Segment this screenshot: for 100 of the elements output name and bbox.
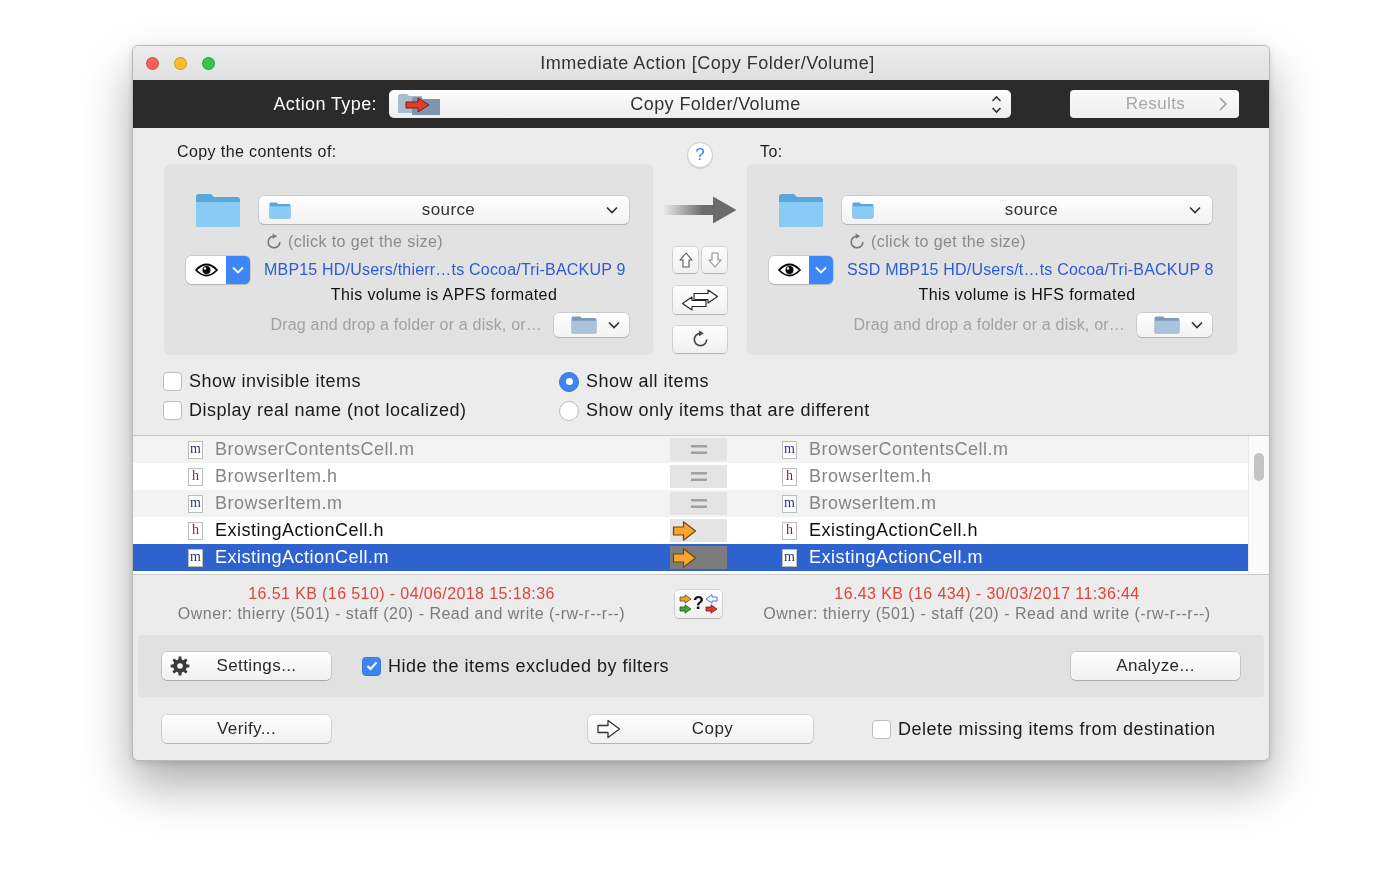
size-hint: (click to get the size) [871,232,1027,251]
scrollbar-thumb[interactable] [1254,453,1264,481]
equal-icon [690,445,707,454]
drop-hint: Drag and drop a folder or a disk, or… [853,316,1125,334]
verify-button[interactable]: Verify... [162,715,331,743]
file-icon: m [782,548,797,567]
eye-menu-button[interactable] [769,256,833,284]
section-heading: To: [759,143,784,161]
chevron-down-icon [608,321,620,329]
chevron-down-icon [1191,321,1203,329]
folder-icon [778,192,824,228]
up-arrow-icon [678,252,693,268]
checkbox[interactable] [362,656,381,676]
equal-icon [690,499,707,508]
swap-button[interactable] [673,286,727,314]
copy-button[interactable]: Copy [588,715,813,743]
size-date-text: 16.51 KB (16 510) - 04/06/2018 15:18:36 [248,584,555,603]
radio-label: Show all items [586,371,710,392]
radio-button[interactable] [559,371,579,392]
file-icon: m [188,548,203,567]
file-name: BrowserContentsCell.m [809,439,1009,460]
file-icon: m [782,440,797,459]
folder-icon [1154,316,1180,334]
size-hint: (click to get the size) [288,232,444,251]
folder-menu-button[interactable] [554,313,629,337]
arrow-right-icon [672,546,697,569]
list-row[interactable]: m BrowserContentsCell.m m BrowserContentsCell.m [133,436,1248,463]
refresh-icon [848,232,866,251]
checkmark-icon [365,661,378,671]
folder-menu-button[interactable] [1137,313,1212,337]
settings-button[interactable]: Settings... [162,652,331,680]
file-name: ExistingActionCell.h [809,520,979,541]
equal-icon [690,472,707,481]
chevron-right-icon [1219,97,1227,111]
folder-icon [852,201,874,219]
close-button[interactable] [146,56,159,70]
file-icon: m [188,494,203,513]
folder-arrow-icon [398,93,440,115]
file-icon: h [188,521,203,540]
file-name: ExistingActionCell.h [215,520,385,541]
compare-button[interactable]: ? [675,589,722,618]
chevron-down-icon [1189,206,1201,214]
file-icon: h [782,521,797,540]
owner-text: Owner: thierry (501) - staff (20) - Read and write (-rw-r--r--) [177,604,626,623]
file-icon: h [188,467,203,486]
zoom-button[interactable] [202,56,215,70]
folder-icon [571,316,597,334]
checkbox-label: Delete missing items from destination [898,718,1216,740]
file-name: BrowserItem.m [215,493,343,514]
eye-icon [777,263,801,277]
file-name: ExistingActionCell.m [809,547,984,568]
up-button[interactable] [673,247,698,273]
chevron-down-icon [226,256,250,284]
file-name: ExistingActionCell.m [215,547,390,568]
arrow-right-icon [663,196,737,224]
chevron-down-icon [809,256,833,284]
drop-hint: Drag and drop a folder or a disk, or… [270,316,542,334]
eye-menu-button[interactable] [186,256,250,284]
folder-popup[interactable]: source [259,196,629,224]
arrow-right-icon [597,719,621,739]
folder-popup[interactable]: source [842,196,1212,224]
file-name: BrowserItem.h [809,466,932,487]
swap-arrows-icon [680,289,720,311]
down-arrow-icon [707,252,722,268]
folder-icon [195,192,241,228]
checkbox[interactable] [163,372,182,391]
action-type-label: Action Type: [272,93,377,115]
path-link[interactable]: MBP15 HD/Users/thierr…ts Cocoa/Tri-BACKUP 9 [264,261,626,279]
path-link[interactable]: SSD MBP15 HD/Users/t…ts Cocoa/Tri-BACKUP 8 [847,261,1214,279]
help-button[interactable]: ? [687,142,713,168]
file-icon: m [782,494,797,513]
analyze-button[interactable]: Analyze... [1071,652,1240,680]
file-icon: m [188,440,203,459]
file-name: BrowserItem.h [215,466,338,487]
radio-label: Show only items that are different [586,400,870,421]
checkbox[interactable] [872,719,891,739]
list-row[interactable]: m ExistingActionCell.m m ExistingActionCell.m [133,544,1248,571]
arrow-right-icon [672,519,697,542]
chevron-down-icon [606,206,618,214]
checkbox[interactable] [163,401,182,420]
eye-icon [194,263,218,277]
section-heading: Copy the contents of: [176,143,338,161]
list-row[interactable]: m BrowserItem.m m BrowserItem.m [133,490,1248,517]
window-title: Immediate Action [Copy Folder/Volume] [540,52,875,74]
checkbox-label: Show invisible items [189,371,362,392]
file-name: BrowserItem.m [809,493,937,514]
owner-text: Owner: thierry (501) - staff (20) - Read and write (-rw-r--r--) [763,604,1211,623]
down-button[interactable] [702,247,727,273]
settings-icon [170,656,190,676]
checkbox-label: Display real name (not localized) [189,400,467,421]
scrollbar[interactable] [1248,436,1269,574]
file-icon: h [782,467,797,486]
folder-icon [269,201,291,219]
size-date-text: 16.43 KB (16 434) - 30/03/2017 11:36:44 [834,584,1140,603]
refresh-button[interactable] [673,326,727,353]
action-type-popup[interactable]: Copy Folder/Volume [389,90,1011,118]
refresh-icon [265,232,283,251]
radio-button[interactable] [559,400,579,421]
arrow-pair-icon [705,593,718,614]
minimize-button[interactable] [174,56,187,70]
